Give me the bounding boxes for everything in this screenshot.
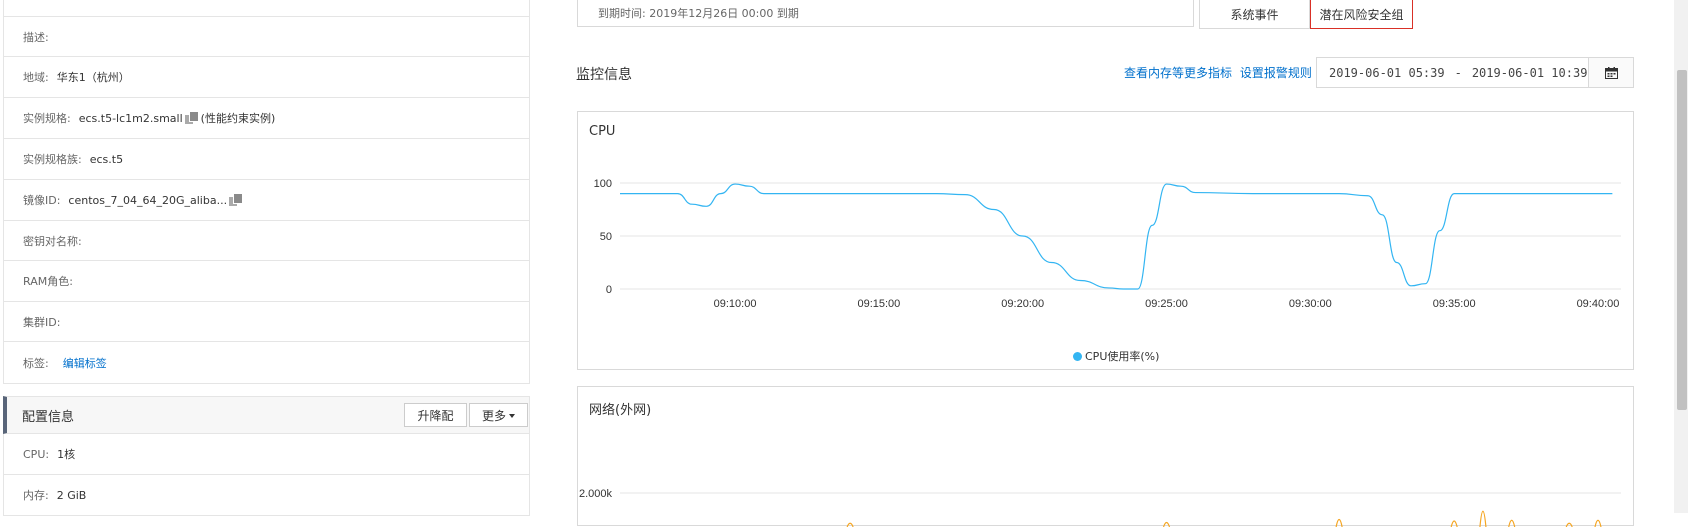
memory-label: 内存: xyxy=(23,487,49,503)
keypair-label: 密钥对名称: xyxy=(23,233,82,249)
info-row-ram-role: RAM角色: xyxy=(3,261,530,302)
copy-icon[interactable] xyxy=(229,194,241,206)
cpu-ytick-label: 50 xyxy=(600,231,612,243)
instance-family-value: ecs.t5 xyxy=(90,153,123,166)
info-row-region: 地域: 华东1（杭州） xyxy=(3,57,530,98)
description-label: 描述: xyxy=(23,29,49,45)
date-end[interactable]: 2019-06-01 10:39 xyxy=(1472,66,1588,80)
config-row-cpu: CPU: 1核 xyxy=(3,434,530,475)
cpu-xtick-label: 09:15:00 xyxy=(857,298,900,310)
cpu-xtick-label: 09:35:00 xyxy=(1433,298,1476,310)
date-start[interactable]: 2019-06-01 05:39 xyxy=(1329,66,1445,80)
info-row-partial xyxy=(3,0,530,17)
page-scrollbar[interactable] xyxy=(1674,0,1688,513)
cpu-ytick-label: 100 xyxy=(594,178,612,190)
cpu-value: 1核 xyxy=(57,446,75,462)
more-metrics-link[interactable]: 查看内存等更多指标 xyxy=(1124,66,1232,80)
alert-rule-link[interactable]: 设置报警规则 xyxy=(1240,66,1312,80)
cpu-chart-card: CPU 05010009:10:0009:15:0009:20:0009:25:… xyxy=(577,111,1634,370)
date-range-picker[interactable]: 2019-06-01 05:39 - 2019-06-01 10:39 xyxy=(1316,57,1589,88)
net-series-spike[interactable] xyxy=(1509,520,1515,527)
cpu-xtick-label: 09:20:00 xyxy=(1001,298,1044,310)
cpu-series-line[interactable] xyxy=(620,184,1612,289)
region-value: 华东1（杭州） xyxy=(57,69,130,85)
date-separator: - xyxy=(1455,66,1462,80)
net-series-spike[interactable] xyxy=(1595,520,1601,527)
net-ytick-label: 2.000k xyxy=(579,488,613,500)
memory-value: 2 GiB xyxy=(57,489,87,502)
legend-dot xyxy=(1073,352,1082,361)
info-row-cluster-id: 集群ID: xyxy=(3,302,530,342)
instance-type-suffix: (性能约束实例) xyxy=(201,110,276,126)
instance-info-panel: 描述: 地域: 华东1（杭州） 实例规格: ecs.t5-lc1m2.small… xyxy=(3,0,530,513)
cpu-legend[interactable]: CPU使用率(%) xyxy=(1073,348,1159,364)
cpu-xtick-label: 09:25:00 xyxy=(1145,298,1188,310)
net-series-spike[interactable] xyxy=(1480,511,1486,527)
chevron-down-icon xyxy=(509,414,515,418)
info-row-image-id: 镜像ID: centos_7_04_64_20G_aliba... xyxy=(3,180,530,221)
ram-role-label: RAM角色: xyxy=(23,273,73,289)
instance-type-label: 实例规格: xyxy=(23,110,71,126)
net-series-spike[interactable] xyxy=(847,523,853,527)
monitor-title: 监控信息 xyxy=(576,64,632,84)
calendar-icon xyxy=(1605,67,1618,79)
instance-family-label: 实例规格族: xyxy=(23,151,82,167)
config-section-title: 配置信息 xyxy=(22,406,74,425)
network-chart: 2.000k xyxy=(578,387,1633,527)
net-series-spike[interactable] xyxy=(1451,521,1457,527)
image-id-label: 镜像ID: xyxy=(23,192,60,208)
cpu-legend-label: CPU使用率(%) xyxy=(1085,348,1159,364)
expire-text: 到期时间: 2019年12月26日 00:00 到期 xyxy=(598,5,799,21)
image-id-value: centos_7_04_64_20G_aliba... xyxy=(68,194,227,207)
more-label: 更多 xyxy=(482,407,506,424)
monitor-links: 查看内存等更多指标 设置报警规则 xyxy=(1124,64,1316,81)
cpu-xtick-label: 09:10:00 xyxy=(714,298,757,310)
info-row-tags: 标签: 编辑标签 xyxy=(3,342,530,384)
network-chart-card: 网络(外网) 2.000k xyxy=(577,386,1634,526)
info-row-keypair: 密钥对名称: xyxy=(3,221,530,261)
config-row-memory: 内存: 2 GiB xyxy=(3,475,530,516)
info-row-instance-family: 实例规格族: ecs.t5 xyxy=(3,139,530,180)
cpu-ytick-label: 0 xyxy=(606,284,612,296)
upgrade-button[interactable]: 升降配 xyxy=(404,403,467,427)
tags-label: 标签: xyxy=(23,355,49,371)
edit-tags-link[interactable]: 编辑标签 xyxy=(63,355,107,371)
net-series-spike[interactable] xyxy=(1566,523,1572,527)
cpu-xtick-label: 09:30:00 xyxy=(1289,298,1332,310)
cpu-chart: 0 50 100 09:10:00 09:15:00 09:20:00 09:25:00 09… xyxy=(578,112,1633,369)
scrollbar-thumb[interactable] xyxy=(1677,70,1687,410)
cpu-label: CPU: xyxy=(23,448,49,461)
net-series-spike[interactable] xyxy=(1336,520,1342,527)
risk-security-group-button[interactable]: 潜在风险安全组 xyxy=(1310,0,1413,29)
expire-info: 到期时间: 2019年12月26日 00:00 到期 xyxy=(577,0,1194,27)
cpu-xtick-label: 09:40:00 xyxy=(1577,298,1620,310)
region-label: 地域: xyxy=(23,69,49,85)
instance-type-value: ecs.t5-lc1m2.small xyxy=(79,112,183,125)
copy-icon[interactable] xyxy=(185,112,197,124)
net-series-spike[interactable] xyxy=(1164,523,1170,527)
calendar-button[interactable] xyxy=(1588,57,1634,88)
system-events-button[interactable]: 系统事件 xyxy=(1199,0,1310,29)
more-dropdown-button[interactable]: 更多 xyxy=(469,403,528,427)
info-row-description: 描述: xyxy=(3,17,530,57)
cluster-id-label: 集群ID: xyxy=(23,314,60,330)
info-row-instance-type: 实例规格: ecs.t5-lc1m2.small (性能约束实例) xyxy=(3,98,530,139)
